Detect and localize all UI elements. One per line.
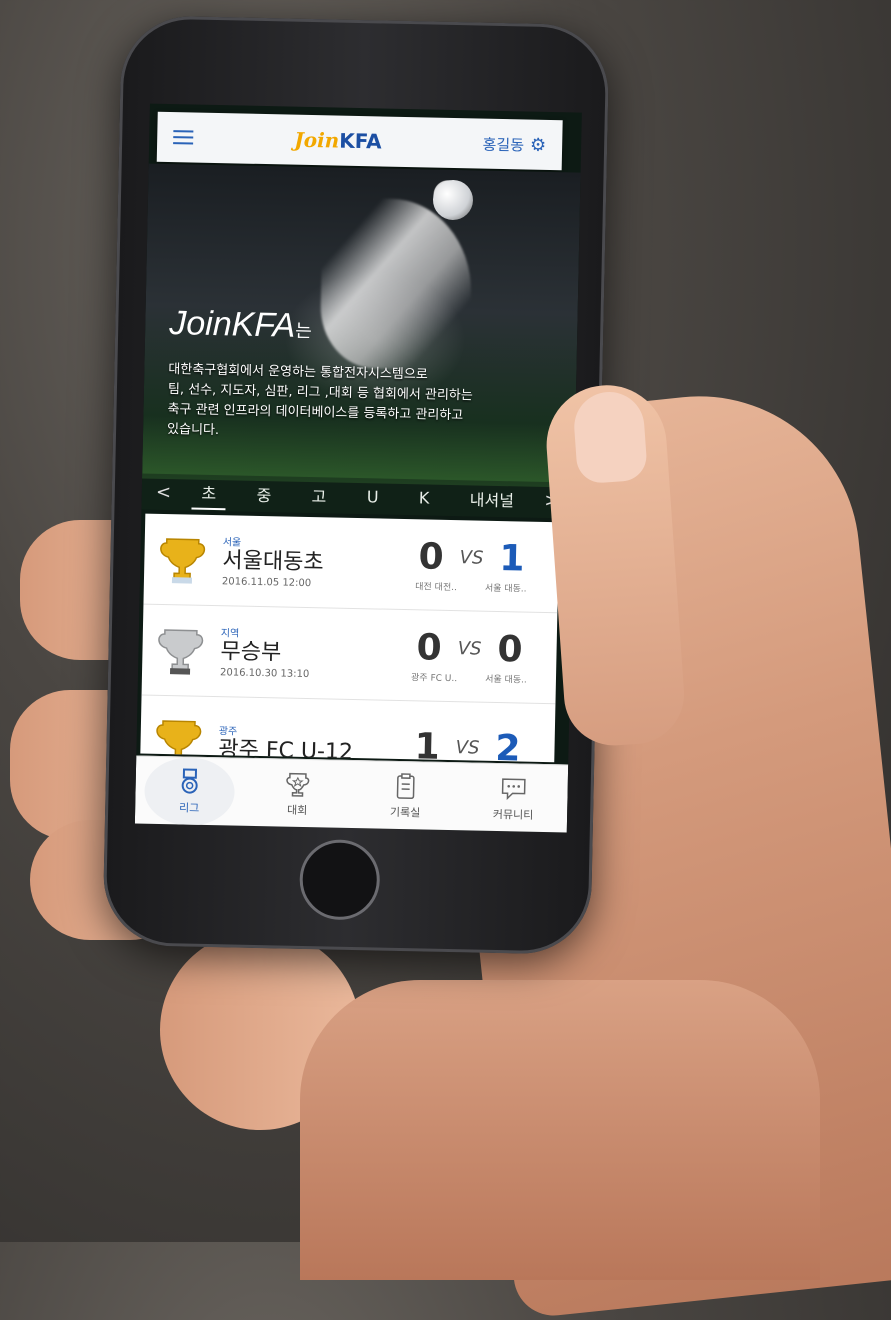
nav-league[interactable]: 리그 bbox=[144, 757, 235, 827]
tab-university[interactable]: U bbox=[357, 483, 389, 511]
score-left: 0 bbox=[416, 627, 442, 669]
nav-records[interactable]: 기록실 bbox=[360, 771, 451, 821]
tab-middle[interactable]: 중 bbox=[246, 478, 281, 511]
gear-icon[interactable]: ⚙ bbox=[530, 134, 547, 155]
match-date: 2016.10.30 13:10 bbox=[220, 667, 394, 682]
bottom-nav: 리그 대회 기록실 bbox=[135, 755, 568, 832]
match-date: 2016.11.05 12:00 bbox=[222, 576, 396, 591]
hero-title-suffix: 는 bbox=[295, 321, 312, 341]
score-box: 1 VS 2 bbox=[392, 725, 543, 762]
match-list: 서울 서울대동초 2016.11.05 12:00 0 VS 1 대전 대전..… bbox=[140, 514, 559, 763]
app-header: JoinKFA 홍길동 ⚙ bbox=[157, 112, 563, 170]
home-button[interactable] bbox=[299, 839, 381, 921]
match-info: 서울 서울대동초 2016.11.05 12:00 bbox=[222, 533, 397, 591]
trophy-icon bbox=[283, 770, 312, 799]
logo-kfa-text: KFA bbox=[339, 129, 382, 154]
player-image bbox=[319, 197, 473, 370]
nav-league-label: 리그 bbox=[179, 799, 200, 815]
score-box: 0 VS 0 광주 FC U.. 서울 대동.. bbox=[394, 627, 545, 686]
user-menu[interactable]: 홍길동 ⚙ bbox=[482, 133, 546, 155]
score-left: 1 bbox=[414, 726, 440, 762]
match-item[interactable]: 광주 광주 FC U-12 1 VS 2 bbox=[140, 696, 555, 763]
nav-records-label: 기록실 bbox=[390, 804, 421, 821]
nav-competition-label: 대회 bbox=[287, 802, 308, 818]
match-info: 지역 무승부 2016.10.30 13:10 bbox=[220, 624, 395, 682]
level-tabs: < 초 중 고 U K 내셔널 > bbox=[141, 474, 574, 519]
phone-frame: JoinKFA 홍길동 ⚙ JoinKFA는 대한축구협회에서 운영하는 통합전… bbox=[102, 15, 609, 955]
match-team: 무승부 bbox=[220, 639, 395, 669]
team-left-name: 대전 대전.. bbox=[415, 579, 457, 593]
team-right-name: 서울 대동.. bbox=[485, 581, 527, 595]
chat-icon bbox=[499, 774, 528, 803]
team-right-name: 서울 대동.. bbox=[485, 672, 527, 686]
logo-join-text: Join bbox=[294, 128, 339, 153]
tab-elementary[interactable]: 초 bbox=[191, 476, 226, 511]
match-item[interactable]: 지역 무승부 2016.10.30 13:10 0 VS 0 광주 FC U..… bbox=[142, 605, 558, 705]
wrist bbox=[300, 980, 820, 1280]
hero-banner: JoinKFA는 대한축구협회에서 운영하는 통합전자시스템으로 팀, 선수, … bbox=[142, 164, 581, 488]
hero-title-text: JoinKFA bbox=[169, 304, 296, 345]
match-info: 광주 광주 FC U-12 bbox=[218, 722, 393, 763]
score-right: 1 bbox=[499, 538, 525, 580]
nav-community[interactable]: 커뮤니티 bbox=[468, 773, 559, 823]
score-box: 0 VS 1 대전 대전.. 서울 대동.. bbox=[396, 536, 547, 595]
silver-trophy-icon bbox=[154, 624, 207, 677]
soccer-ball-image bbox=[433, 180, 474, 221]
vs-label: VS bbox=[455, 737, 479, 758]
score-right: 0 bbox=[497, 629, 523, 671]
nav-competition[interactable]: 대회 bbox=[252, 769, 343, 819]
gold-trophy-icon bbox=[156, 533, 209, 586]
tab-national[interactable]: 내셔널 bbox=[459, 482, 524, 515]
hamburger-menu-icon[interactable] bbox=[173, 130, 193, 144]
clipboard-icon bbox=[391, 772, 420, 801]
hero-description: 대한축구협회에서 운영하는 통합전자시스템으로 팀, 선수, 지도자, 심판, … bbox=[167, 360, 549, 448]
tab-k-league[interactable]: K bbox=[409, 484, 440, 512]
score-right: 2 bbox=[495, 727, 521, 762]
joinkfa-logo[interactable]: JoinKFA bbox=[294, 128, 382, 154]
nav-community-label: 커뮤니티 bbox=[493, 806, 534, 823]
team-left-name: 광주 FC U.. bbox=[411, 670, 457, 684]
match-team: 서울대동초 bbox=[222, 548, 397, 578]
match-item[interactable]: 서울 서울대동초 2016.11.05 12:00 0 VS 1 대전 대전..… bbox=[143, 514, 559, 614]
app-screen: JoinKFA 홍길동 ⚙ JoinKFA는 대한축구협회에서 운영하는 통합전… bbox=[135, 104, 582, 833]
user-name: 홍길동 bbox=[482, 133, 524, 155]
tab-high[interactable]: 고 bbox=[301, 479, 336, 512]
chevron-left-icon[interactable]: < bbox=[156, 481, 172, 502]
hero-title: JoinKFA는 bbox=[169, 304, 312, 346]
score-left: 0 bbox=[418, 536, 444, 578]
vs-label: VS bbox=[457, 638, 481, 659]
medal-icon bbox=[175, 767, 204, 796]
vs-label: VS bbox=[459, 547, 483, 568]
